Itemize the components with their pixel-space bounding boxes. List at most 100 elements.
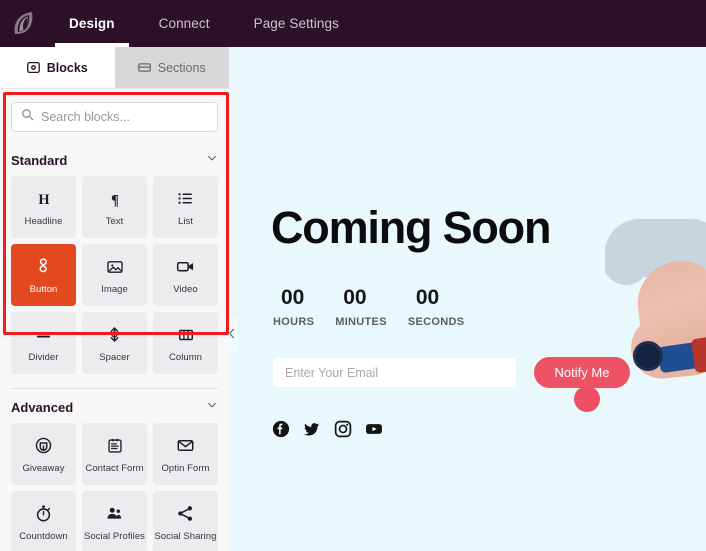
countdown-unit-hours: 00 HOURS — [273, 287, 314, 328]
block-button[interactable]: Button — [11, 244, 76, 306]
twitter-icon[interactable] — [303, 420, 321, 438]
countdown-block[interactable]: 00 HOURS 00 MINUTES 00 SECONDS — [273, 287, 464, 328]
headline-icon: H — [35, 188, 53, 210]
block-headline-label: Headline — [24, 215, 63, 227]
image-icon — [106, 256, 124, 278]
block-image[interactable]: Image — [82, 244, 147, 306]
top-navigation-bar: Design Connect Page Settings — [0, 0, 706, 47]
tab-blocks-label: Blocks — [46, 60, 88, 75]
countdown-seconds-label: SECONDS — [407, 316, 465, 328]
chevron-down-icon[interactable] — [206, 151, 218, 169]
block-divider[interactable]: Divider — [11, 312, 76, 374]
people-icon — [105, 503, 124, 525]
seed-leaf-logo-icon — [12, 11, 36, 37]
nav-tab-connect-label: Connect — [158, 16, 210, 31]
facebook-icon[interactable] — [272, 420, 290, 438]
block-optin-form-label: Optin Form — [161, 462, 210, 474]
column-icon — [177, 324, 195, 346]
standard-blocks-grid: H Headline ¶ Text List Button Image Vide… — [11, 176, 218, 382]
group-standard: Standard H Headline ¶ Text List Button I… — [0, 144, 229, 382]
group-advanced: Advanced Giveaway Contact Form Optin For… — [0, 391, 229, 551]
countdown-minutes-value: 00 — [343, 286, 367, 309]
share-icon — [176, 503, 195, 525]
group-standard-header[interactable]: Standard — [11, 144, 218, 176]
countdown-unit-seconds: 00 SECONDS — [408, 287, 465, 328]
chevron-left-icon — [228, 326, 236, 344]
countdown-unit-minutes: 00 MINUTES — [335, 287, 387, 328]
nav-tab-page-settings-label: Page Settings — [253, 16, 339, 31]
nav-tab-design-label: Design — [69, 16, 115, 31]
video-camera-icon — [176, 256, 195, 278]
seedprod-logo[interactable] — [0, 0, 47, 47]
search-input[interactable] — [41, 110, 201, 124]
notify-me-button[interactable]: Notify Me — [534, 357, 630, 388]
spacer-arrows-icon — [105, 324, 124, 346]
search-blocks-box[interactable] — [11, 102, 218, 132]
chevron-down-icon[interactable] — [206, 398, 218, 416]
page-title[interactable]: Coming Soon — [271, 202, 551, 254]
block-contact-form[interactable]: Contact Form — [82, 423, 147, 485]
decorative-dot — [574, 386, 600, 412]
block-list[interactable]: List — [153, 176, 218, 238]
tab-blocks[interactable]: Blocks — [0, 47, 115, 88]
blocks-sidebar: Blocks Sections Search blocks... Standar… — [0, 47, 229, 551]
block-video[interactable]: Video — [153, 244, 218, 306]
block-countdown[interactable]: Countdown — [11, 491, 76, 551]
sections-icon — [137, 61, 151, 74]
block-button-label: Button — [29, 283, 58, 295]
divider-icon — [34, 324, 53, 346]
list-icon — [177, 188, 194, 210]
group-advanced-title: Advanced — [11, 399, 74, 415]
block-headline[interactable]: H Headline — [11, 176, 76, 238]
svg-text:H: H — [38, 191, 49, 207]
svg-text:¶: ¶ — [111, 192, 119, 208]
block-giveaway[interactable]: Giveaway — [11, 423, 76, 485]
countdown-minutes-label: MINUTES — [335, 316, 387, 328]
search-icon — [21, 108, 34, 126]
stopwatch-icon — [34, 503, 53, 525]
group-separator — [11, 388, 218, 389]
block-column[interactable]: Column — [153, 312, 218, 374]
nav-tab-design[interactable]: Design — [47, 0, 137, 47]
block-spacer[interactable]: Spacer — [82, 312, 147, 374]
block-image-label: Image — [101, 283, 128, 295]
block-social-profiles[interactable]: Social Profiles — [82, 491, 147, 551]
block-spacer-label: Spacer — [99, 351, 130, 363]
block-divider-label: Divider — [28, 351, 59, 363]
block-social-sharing[interactable]: Social Sharing — [153, 491, 218, 551]
block-giveaway-label: Giveaway — [22, 462, 65, 474]
block-optin-form[interactable]: Optin Form — [153, 423, 218, 485]
search-row — [0, 89, 229, 142]
contact-form-icon — [106, 435, 124, 457]
sidebar-collapse-handle[interactable] — [225, 317, 238, 353]
block-social-sharing-label: Social Sharing — [154, 530, 217, 542]
advanced-blocks-grid: Giveaway Contact Form Optin Form Countdo… — [11, 423, 218, 551]
countdown-hours-value: 00 — [281, 286, 305, 309]
envelope-icon — [176, 435, 195, 457]
page-preview-canvas[interactable]: Coming Soon 00 HOURS 00 MINUTES 00 SECON… — [229, 47, 706, 551]
block-list-label: List — [178, 215, 193, 227]
youtube-icon[interactable] — [365, 420, 383, 438]
block-contact-form-label: Contact Form — [85, 462, 144, 474]
instagram-icon[interactable] — [334, 420, 352, 438]
countdown-hours-label: HOURS — [273, 316, 315, 328]
countdown-seconds-value: 00 — [415, 286, 440, 309]
social-profiles-block[interactable] — [272, 420, 383, 438]
button-click-icon — [34, 256, 53, 278]
group-advanced-header[interactable]: Advanced — [11, 391, 218, 423]
paragraph-icon: ¶ — [106, 188, 124, 210]
block-column-label: Column — [168, 351, 203, 363]
sidebar-tab-bar: Blocks Sections — [0, 47, 229, 89]
block-text[interactable]: ¶ Text — [82, 176, 147, 238]
nav-tab-connect[interactable]: Connect — [137, 0, 232, 47]
nav-tab-page-settings[interactable]: Page Settings — [232, 0, 361, 47]
block-social-profiles-label: Social Profiles — [84, 530, 145, 542]
blocks-icon — [26, 61, 40, 74]
tab-sections[interactable]: Sections — [114, 47, 229, 88]
group-standard-title: Standard — [11, 152, 68, 168]
block-countdown-label: Countdown — [19, 530, 68, 542]
seedprod-page-builder: Design Connect Page Settings Blocks Sect… — [0, 0, 706, 551]
email-field[interactable] — [273, 358, 516, 387]
optin-form-block[interactable]: Notify Me — [273, 357, 630, 388]
block-text-label: Text — [105, 215, 124, 227]
